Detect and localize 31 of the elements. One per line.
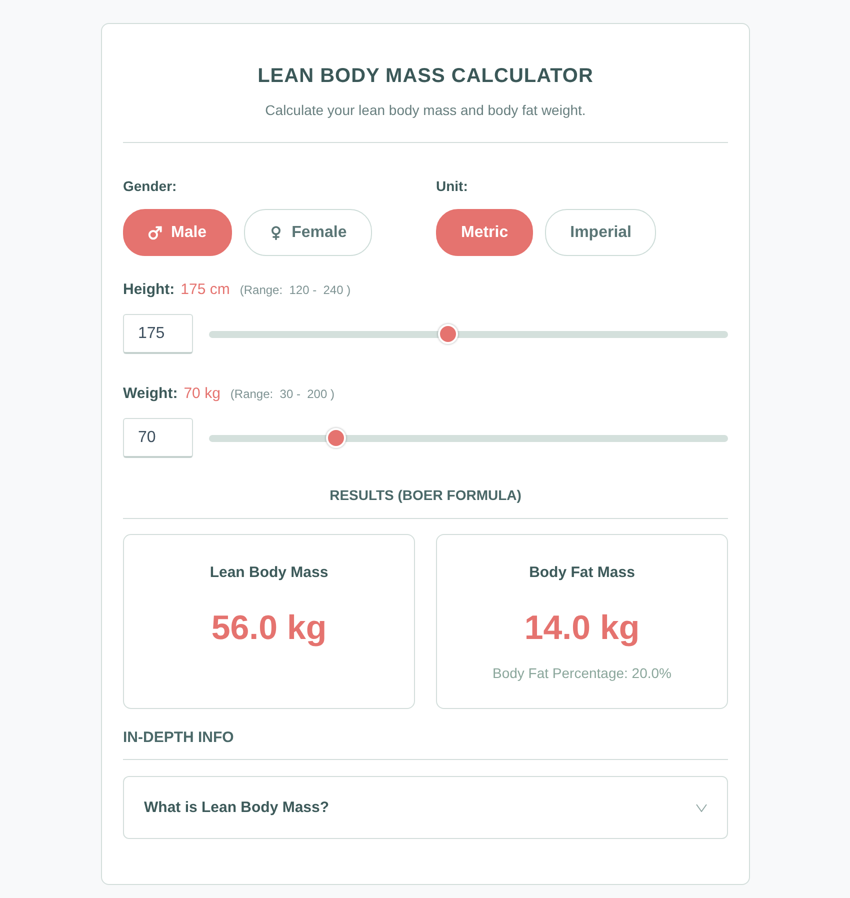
result-note: Body Fat Percentage: 20.0% [492, 664, 672, 683]
calculator-subtitle: Calculate your lean body mass and body fat weight. [264, 101, 587, 120]
option-button[interactable]: Female [244, 209, 372, 256]
section-heading: RESULTS (BOER FORMULA) [328, 486, 522, 505]
section-heading: IN-DEPTH INFO [123, 728, 235, 748]
measure-label: Weight: [123, 384, 178, 404]
result-label: Body Fat Mass [529, 563, 635, 583]
group-label: Gender: [123, 177, 178, 196]
result-label: Lean Body Mass [210, 563, 328, 583]
range-hint: (Range: 30 - 200 ) [230, 386, 334, 403]
slider-thumb[interactable] [326, 428, 346, 448]
number-input[interactable]: 175 [123, 314, 193, 354]
option-button[interactable]: Male [123, 209, 232, 256]
slider-thumb[interactable] [438, 324, 458, 344]
number-input[interactable]: 70 [123, 418, 193, 458]
accordion-question[interactable]: What is Lean Body Mass? [123, 776, 728, 839]
measure-reading: 175 cm [180, 280, 230, 300]
calculator-title: LEAN BODY MASS CALCULATOR [256, 64, 594, 89]
female-symbol-icon [268, 226, 283, 240]
chevron-down-icon [696, 804, 707, 812]
option-button[interactable]: Metric [436, 209, 534, 256]
range-slider[interactable] [209, 324, 728, 344]
result-value: 56.0 kg [211, 608, 327, 648]
measure-label: Height: [123, 280, 175, 300]
option-button[interactable]: Imperial [545, 209, 656, 256]
result-value: 14.0 kg [524, 608, 640, 648]
male-symbol-icon [148, 226, 162, 240]
range-slider[interactable] [209, 428, 728, 448]
measure-reading: 70 kg [184, 384, 220, 404]
group-label: Unit: [436, 177, 469, 196]
range-hint: (Range: 120 - 240 ) [240, 282, 351, 299]
